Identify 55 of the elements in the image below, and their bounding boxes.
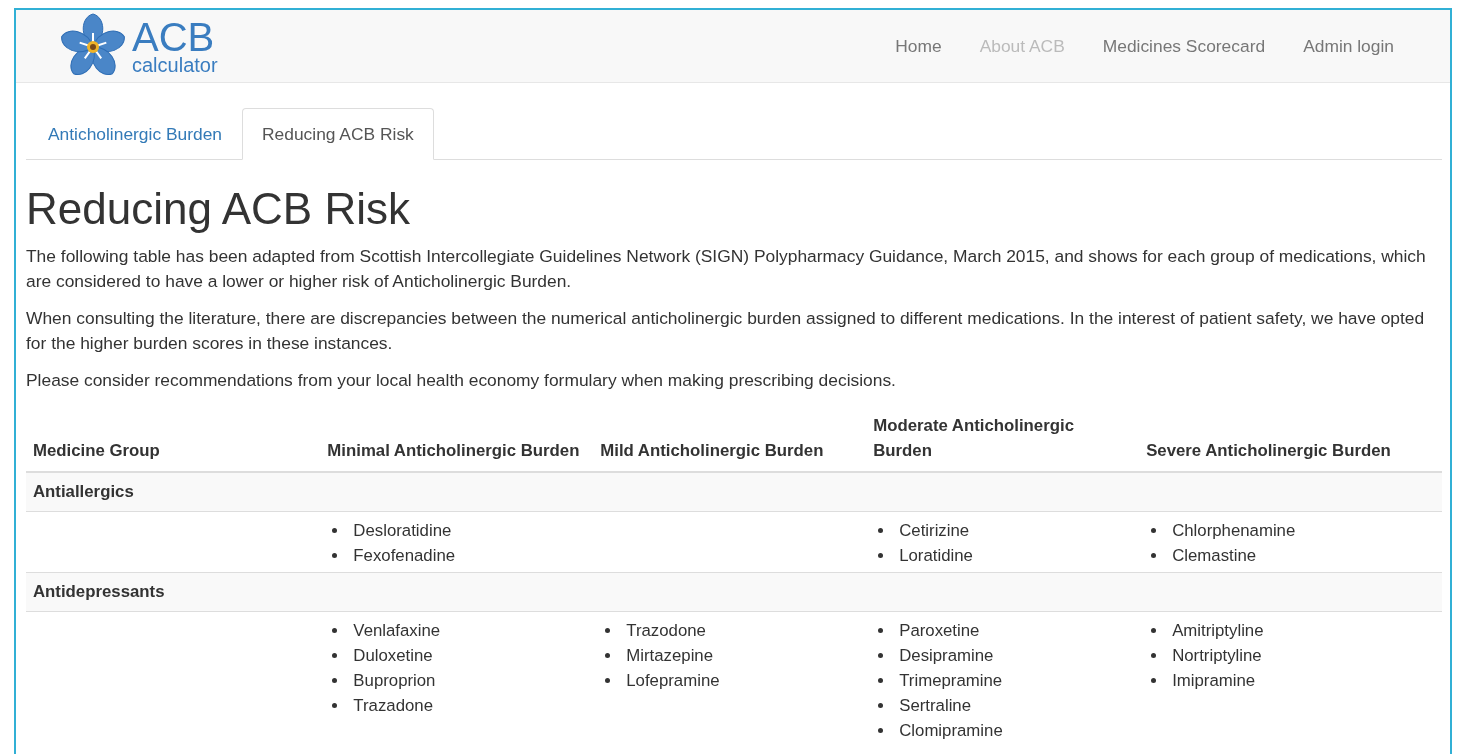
medicine-name: Lofepramine — [626, 670, 720, 692]
bullet-icon — [878, 653, 884, 658]
bullet-icon — [1151, 678, 1157, 683]
bullet-icon — [1151, 653, 1157, 658]
medicine-name: Fexofenadine — [353, 545, 456, 567]
group-row: Antiallergics — [26, 472, 1442, 512]
medicine-name: Nortriptyline — [1172, 645, 1262, 667]
bullet-icon — [878, 678, 884, 683]
bullet-icon — [878, 628, 884, 633]
bullet-icon — [1151, 528, 1157, 533]
page-heading: Reducing ACB Risk — [26, 184, 411, 234]
bullet-icon — [878, 528, 884, 533]
logo-subtitle: calculator — [132, 55, 218, 75]
medicine-name: Loratidine — [899, 545, 973, 567]
medicine-name: Trimepramine — [899, 670, 1003, 692]
bullet-icon — [878, 728, 884, 733]
group-row: Antidepressants — [26, 572, 1442, 612]
tab[interactable]: Reducing ACB Risk — [242, 108, 434, 160]
medicine-name: Venlafaxine — [353, 620, 441, 642]
medicine-name: Amitriptyline — [1172, 620, 1264, 642]
medicine-name: Clemastine — [1172, 545, 1257, 567]
bullet-icon — [878, 553, 884, 558]
paragraph: Please consider recommendations from your local health economy formulary when making prescribing decisions. — [26, 369, 897, 392]
bullet-icon — [332, 678, 338, 683]
medicine-name: Cetirizine — [899, 520, 970, 542]
logo-title: ACB — [132, 17, 215, 57]
medicine-name: Trazadone — [353, 695, 433, 717]
medicine-name: Mirtazepine — [626, 645, 714, 667]
bullet-icon — [332, 553, 338, 558]
medicine-name: Chlorphenamine — [1172, 520, 1296, 542]
tab[interactable]: Anticholinergic Burden — [28, 108, 242, 160]
nav-link[interactable]: Medicines Scorecard — [1102, 35, 1266, 57]
bullet-icon — [605, 653, 611, 658]
bullet-icon — [1151, 628, 1157, 633]
medicine-name: Buproprion — [353, 670, 436, 692]
medicine-name: Sertraline — [899, 695, 972, 717]
bullet-icon — [605, 678, 611, 683]
bullet-icon — [332, 628, 338, 633]
bullet-icon — [605, 628, 611, 633]
medicine-name: Duloxetine — [353, 645, 433, 667]
medicine-name: Desipramine — [899, 645, 994, 667]
medicine-name: Trazodone — [626, 620, 706, 642]
bullet-icon — [878, 703, 884, 708]
medicine-name: Clomipramine — [899, 720, 1003, 742]
nav-link[interactable]: Home — [895, 35, 942, 57]
bullet-icon — [332, 528, 338, 533]
medicine-name: Imipramine — [1172, 670, 1256, 692]
nav-link[interactable]: Admin login — [1303, 35, 1394, 57]
medicine-name: Paroxetine — [899, 620, 980, 642]
bullet-icon — [1151, 553, 1157, 558]
bullet-icon — [332, 703, 338, 708]
medicine-name: Desloratidine — [353, 520, 452, 542]
paragraph: The following table has been adapted from Scottish Intercollegiate Guidelines Network (SIGN) Polypharmacy Guidance, March 2015, and shows for each group of medications, which are considered to have a lower or higher risk of Anticholinergic Burden. — [26, 245, 1427, 293]
paragraph: When consulting the literature, there are discrepancies between the numerical anticholinergic burden assigned to different medications. In the interest of patient safety, we have opted for the higher burden scores in these instances. — [26, 307, 1426, 355]
bullet-icon — [332, 653, 338, 658]
